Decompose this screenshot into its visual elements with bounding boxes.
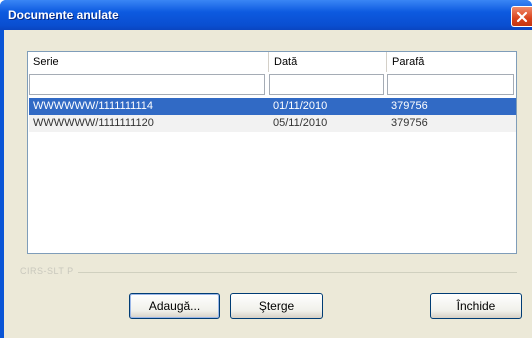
close-window-button[interactable] bbox=[511, 6, 532, 27]
column-header-label: Serie bbox=[33, 56, 59, 68]
column-header-parafa[interactable]: Parafă bbox=[387, 52, 516, 72]
delete-button[interactable]: Şterge bbox=[230, 293, 323, 319]
cell-data: 01/11/2010 bbox=[273, 100, 328, 112]
filter-parafa-input[interactable] bbox=[387, 74, 514, 95]
title-bar[interactable]: Documente anulate bbox=[0, 0, 532, 30]
column-header-label: Parafă bbox=[392, 56, 425, 68]
column-header-data[interactable]: Dată bbox=[269, 52, 387, 72]
column-header-serie[interactable]: Serie bbox=[28, 52, 269, 72]
documents-list[interactable]: Serie Dată Parafă WWWWWW/1111111114 01/1… bbox=[27, 51, 517, 254]
group-separator bbox=[34, 272, 517, 273]
group-label: CIRS-SLT P bbox=[20, 266, 78, 276]
table-row[interactable]: WWWWWW/1111111114 01/11/2010 379756 bbox=[29, 98, 516, 115]
filter-serie-input[interactable] bbox=[29, 74, 265, 95]
table-row[interactable]: WWWWWW/1111111120 05/11/2010 379756 bbox=[29, 115, 516, 132]
column-header-label: Dată bbox=[274, 56, 298, 68]
add-button[interactable]: Adaugă... bbox=[129, 293, 220, 319]
close-button[interactable]: Închide bbox=[430, 293, 522, 319]
cell-serie: WWWWWW/1111111114 bbox=[33, 100, 153, 112]
cell-parafa: 379756 bbox=[391, 100, 428, 112]
cell-serie: WWWWWW/1111111120 bbox=[33, 117, 154, 129]
cell-parafa: 379756 bbox=[391, 117, 428, 129]
window-title: Documente anulate bbox=[8, 8, 119, 22]
cell-data: 05/11/2010 bbox=[273, 117, 328, 129]
dialog-window: Documente anulate Serie Dată Parafă WWWW… bbox=[0, 0, 532, 338]
close-icon bbox=[516, 11, 528, 23]
filter-data-input[interactable] bbox=[269, 74, 384, 95]
